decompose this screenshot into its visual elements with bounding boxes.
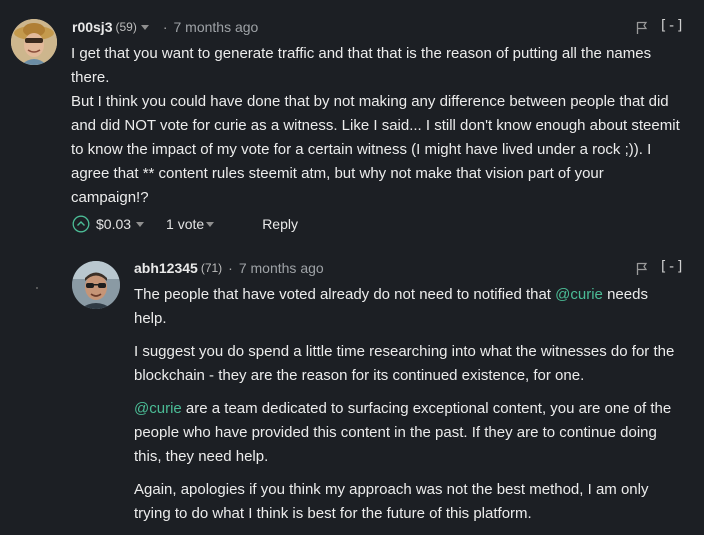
mention-link[interactable]: @curie xyxy=(555,286,603,303)
chevron-down-icon[interactable] xyxy=(136,221,145,227)
comment-footer: $0.03 1 vote Reply xyxy=(72,214,298,234)
body-text: trying to do what I think is best for th… xyxy=(134,505,532,522)
reply-button[interactable]: Reply xyxy=(262,216,298,232)
body-text: Again, apologies if you think my approac… xyxy=(134,481,649,498)
body-line: to know the impact of my vote for a cert… xyxy=(71,141,652,158)
comment-abh12345: abh12345 (71) · 7 months ago [-] The peo… xyxy=(0,250,704,530)
collapse-toggle[interactable]: [-] xyxy=(659,18,684,34)
flag-icon[interactable] xyxy=(636,262,648,276)
author-name[interactable]: abh12345 xyxy=(134,260,198,276)
body-text: The people that have voted already do no… xyxy=(134,286,556,303)
avatar[interactable] xyxy=(11,19,57,65)
timestamp[interactable]: 7 months ago xyxy=(174,19,259,35)
body-text: people who have provided this content in… xyxy=(134,424,657,441)
body-text: this, they need help. xyxy=(134,448,269,465)
timestamp[interactable]: 7 months ago xyxy=(239,260,324,276)
body-line: there. xyxy=(71,69,110,86)
vote-count[interactable]: 1 vote xyxy=(166,216,204,232)
payout-amount[interactable]: $0.03 xyxy=(96,216,131,232)
body-line: agree that ** content rules steemit atm,… xyxy=(71,165,604,182)
separator-dot: · xyxy=(162,19,168,35)
comment-meta: r00sj3 (59) · 7 months ago xyxy=(72,17,258,37)
body-line: But I think you could have done that by … xyxy=(71,93,669,110)
paragraph: Again, apologies if you think my approac… xyxy=(134,478,694,526)
comment-r00sj3: r00sj3 (59) · 7 months ago [-] I get tha… xyxy=(0,0,704,240)
chevron-down-icon[interactable] xyxy=(140,24,149,30)
body-text: needs xyxy=(602,286,648,303)
separator-dot: · xyxy=(228,260,233,276)
reputation-score: (59) xyxy=(115,20,137,34)
body-line: I get that you want to generate traffic … xyxy=(71,45,652,62)
body-line: and did NOT vote for curie as a witness.… xyxy=(71,117,680,134)
paragraph: The people that have voted already do no… xyxy=(134,283,694,331)
flag-icon[interactable] xyxy=(636,21,648,35)
comment-body: I get that you want to generate traffic … xyxy=(71,42,691,210)
author-name[interactable]: r00sj3 xyxy=(72,19,112,35)
reputation-score: (71) xyxy=(200,261,223,275)
body-text: blockchain - they are the reason for its… xyxy=(134,367,585,384)
avatar[interactable] xyxy=(72,261,120,309)
body-text: help. xyxy=(134,310,167,327)
collapse-toggle[interactable]: [-] xyxy=(659,259,684,275)
paragraph: I suggest you do spend a little time res… xyxy=(134,340,694,388)
upvote-icon[interactable] xyxy=(72,215,90,233)
chevron-down-icon[interactable] xyxy=(206,221,215,227)
body-text: I suggest you do spend a little time res… xyxy=(134,343,675,360)
body-text: are a team dedicated to surfacing except… xyxy=(181,400,672,417)
comment-meta: abh12345 (71) · 7 months ago xyxy=(134,258,324,278)
mention-link[interactable]: @curie xyxy=(134,400,182,417)
paragraph: @curie are a team dedicated to surfacing… xyxy=(134,397,694,469)
body-line: campaign!? xyxy=(71,189,149,206)
comment-body: The people that have voted already do no… xyxy=(134,283,694,535)
